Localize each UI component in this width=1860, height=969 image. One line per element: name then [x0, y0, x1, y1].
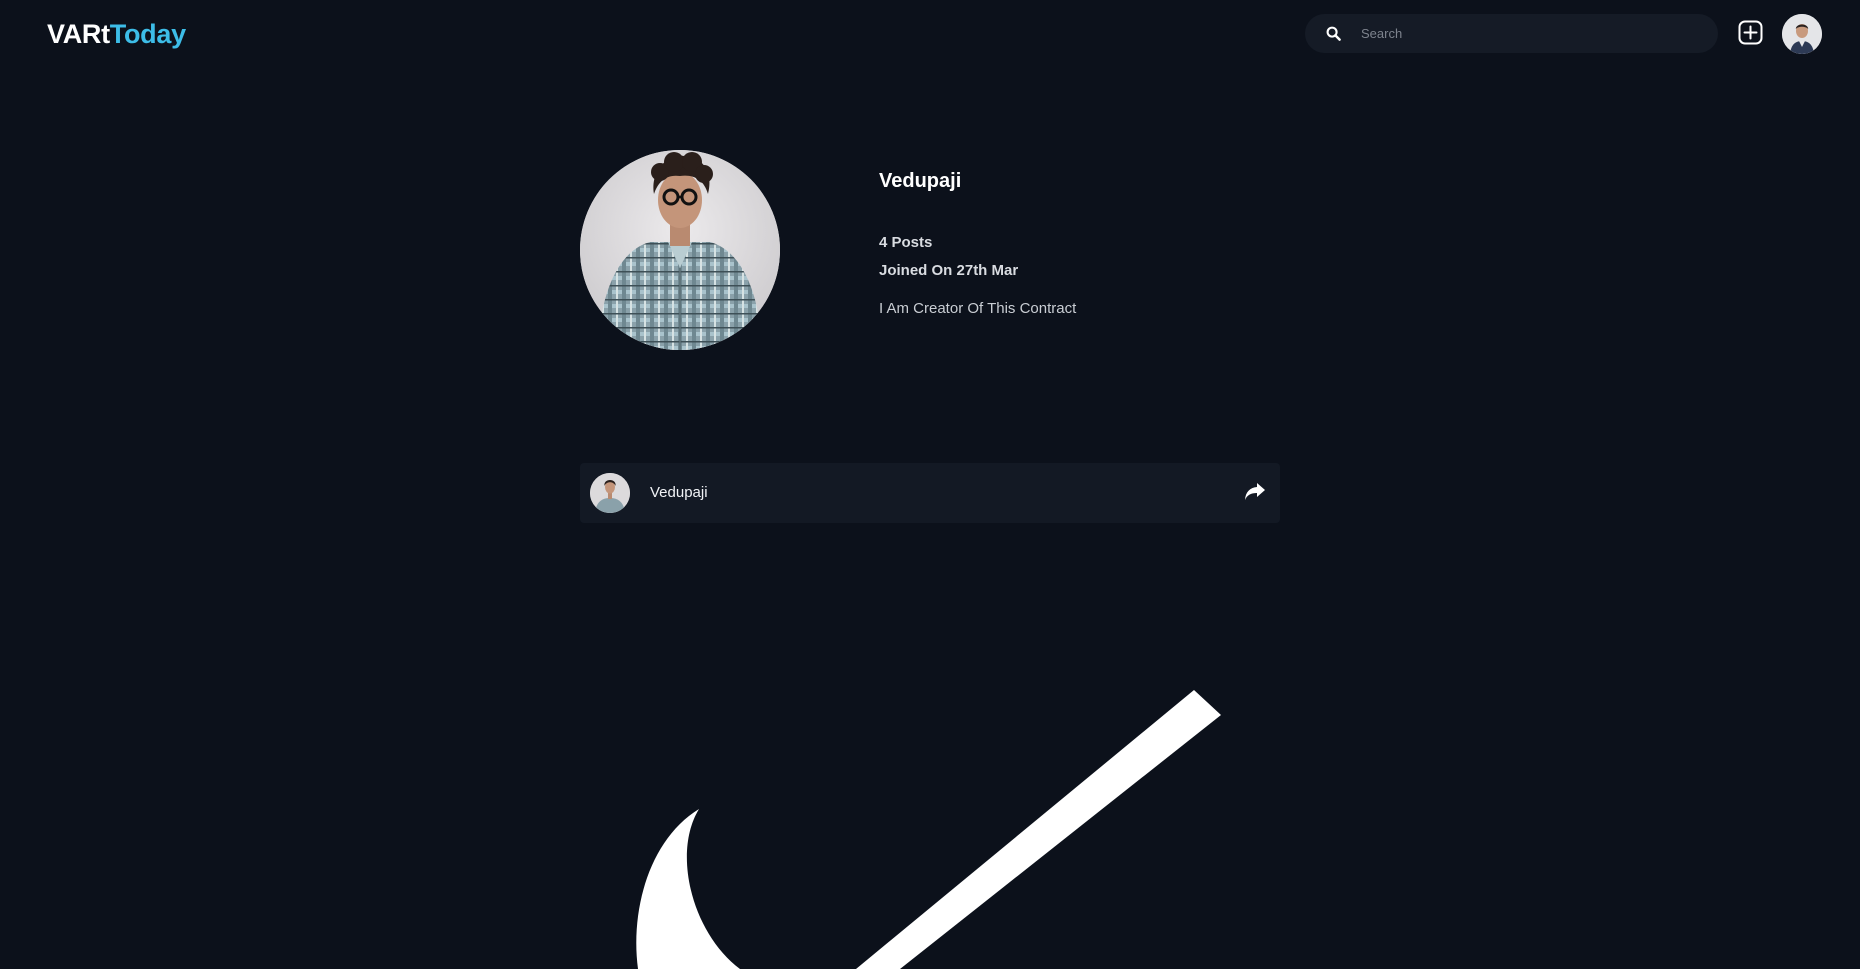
create-post-button[interactable]	[1738, 20, 1763, 45]
profile-avatar	[580, 150, 780, 350]
avatar	[1782, 14, 1822, 54]
post-author-name[interactable]: Vedupaji	[650, 484, 708, 501]
swoosh-image	[636, 690, 1221, 969]
add-icon	[1738, 20, 1763, 45]
share-button[interactable]	[1244, 482, 1266, 502]
top-navbar: VARtToday	[0, 0, 1860, 70]
profile-joined-date: Joined On 27th Mar	[879, 262, 1019, 279]
post-author-avatar[interactable]	[590, 473, 630, 513]
profile-username: Vedupaji	[879, 170, 962, 192]
search-icon	[1325, 26, 1341, 42]
avatar	[590, 473, 630, 513]
logo-part-today: Today	[109, 19, 186, 49]
post-image[interactable]	[580, 523, 1280, 969]
profile-photo	[580, 150, 780, 350]
post-header: Vedupaji	[580, 463, 1280, 523]
logo[interactable]: VARtToday	[47, 19, 186, 50]
logo-part-var: VARt	[47, 19, 110, 49]
share-icon	[1245, 483, 1265, 500]
search-input[interactable]	[1359, 25, 1689, 42]
profile-post-count: 4 Posts	[879, 234, 933, 251]
search-bar[interactable]	[1305, 14, 1718, 53]
user-avatar-button[interactable]	[1782, 14, 1822, 54]
profile-bio: I Am Creator Of This Contract	[879, 300, 1077, 317]
